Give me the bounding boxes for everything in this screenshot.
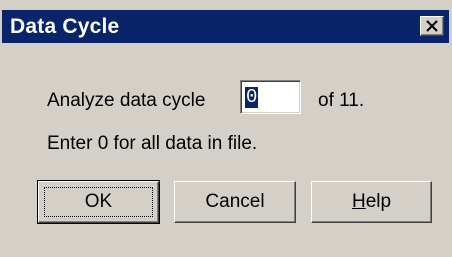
data-cycle-value: 0	[245, 86, 259, 108]
hint-text: Enter 0 for all data in file.	[47, 133, 258, 154]
cycle-count-label: of 11.	[318, 90, 365, 111]
close-icon	[426, 20, 438, 32]
data-cycle-dialog: Data Cycle Analyze data cycle 0 of 11. E…	[0, 0, 452, 257]
title-bar[interactable]: Data Cycle	[2, 10, 449, 43]
ok-button-label: OK	[84, 191, 113, 212]
data-cycle-input[interactable]: 0	[240, 80, 301, 114]
analyze-cycle-label: Analyze data cycle	[47, 90, 206, 111]
cancel-button[interactable]: Cancel	[174, 181, 296, 223]
help-button-label: Help	[351, 191, 392, 212]
ok-button[interactable]: OK	[37, 180, 160, 224]
close-button[interactable]	[420, 16, 444, 36]
help-button[interactable]: Help	[311, 181, 432, 223]
cancel-button-label: Cancel	[205, 191, 265, 212]
window-title: Data Cycle	[10, 15, 120, 38]
